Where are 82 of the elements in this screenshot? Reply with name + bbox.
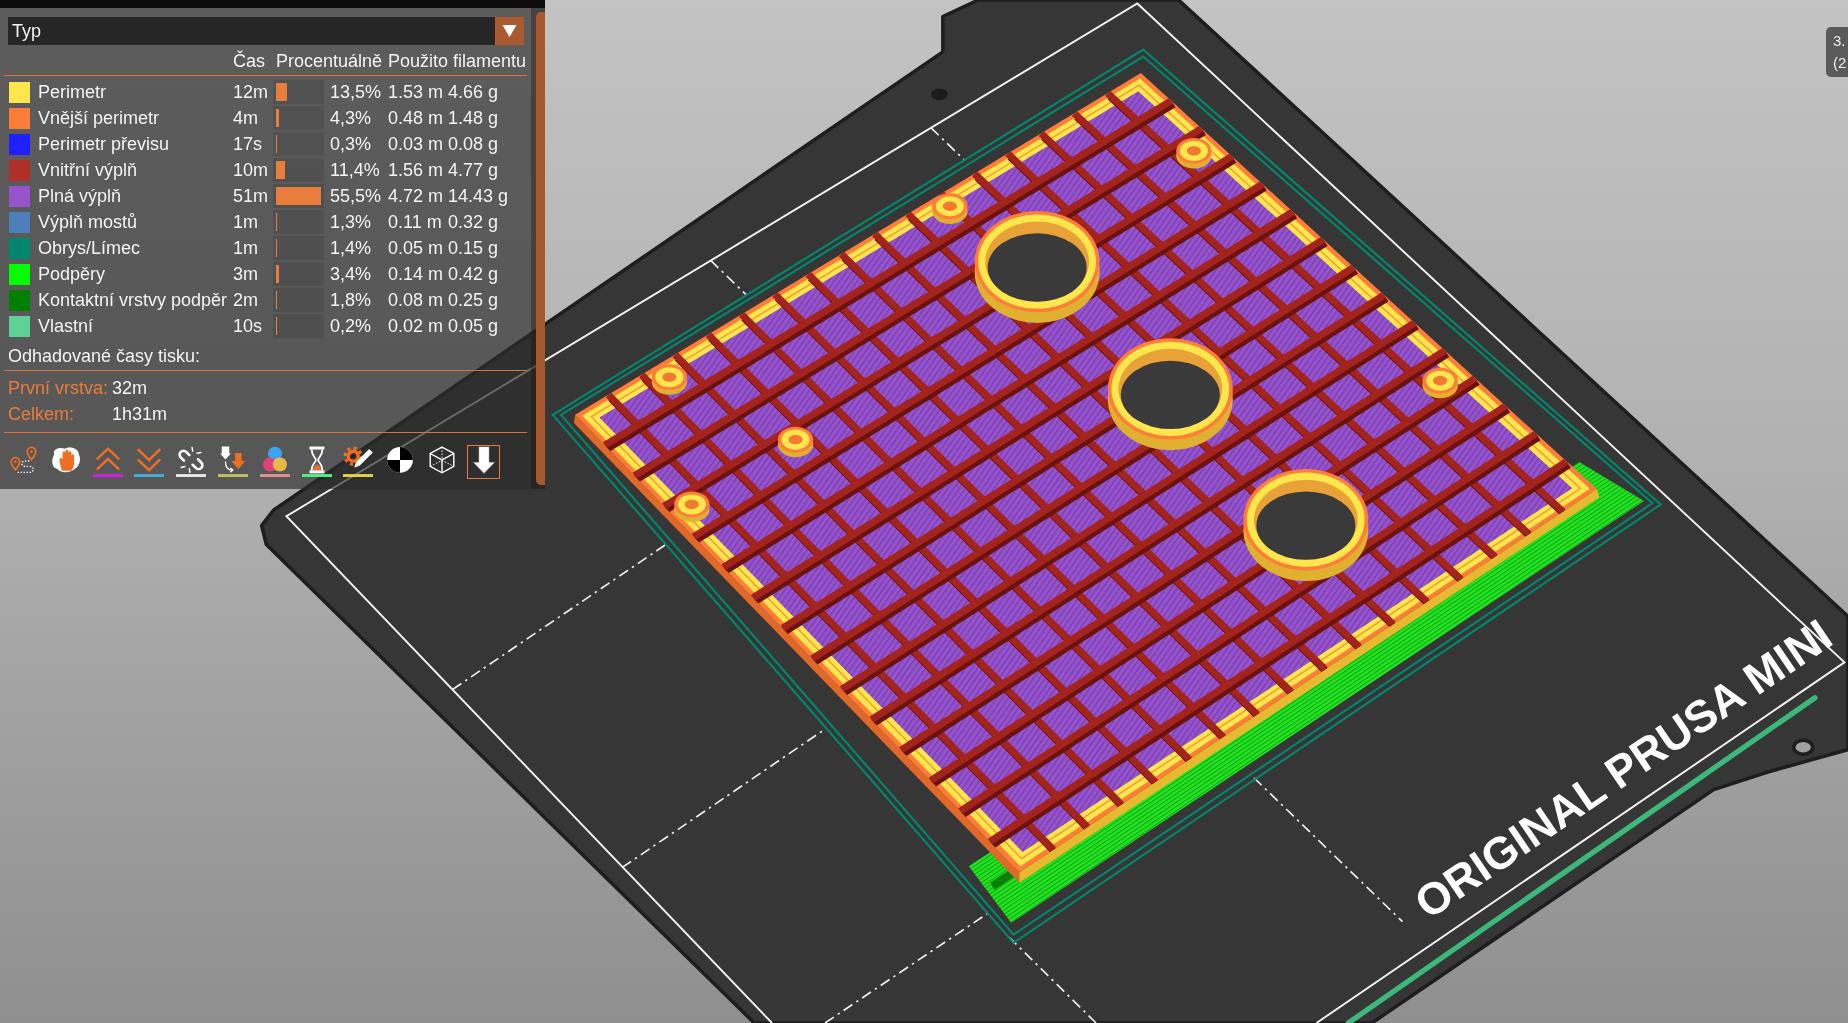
chevrons-up-icon <box>92 446 123 478</box>
feature-name: Podpěry <box>38 263 106 285</box>
percent-value: 4,3% <box>330 107 372 129</box>
grid-line <box>709 259 747 296</box>
feature-name: Kontaktní vrstvy podpěr <box>38 289 228 311</box>
toggle-button[interactable] <box>467 445 501 479</box>
time-value: 2m <box>233 289 258 311</box>
length-value: 0.03 m <box>388 133 444 155</box>
column-header: Použito filamentu <box>388 51 527 72</box>
percent-value: 55,5% <box>330 185 382 207</box>
column-header: Procentuálně <box>276 51 383 72</box>
hourglass-icon <box>301 446 332 478</box>
scrollbar-thumb[interactable] <box>536 12 545 485</box>
percent-value: 1,4% <box>330 237 372 259</box>
time-value: 4m <box>233 107 258 129</box>
toggle-button[interactable] <box>174 445 208 479</box>
length-value: 0.48 m <box>388 107 444 129</box>
arrows-icon <box>218 446 248 478</box>
weight-value: 0.15 g <box>448 237 499 259</box>
toggle-button[interactable] <box>216 445 250 479</box>
length-value: 0.05 m <box>388 237 444 259</box>
percent-value: 11,4% <box>330 159 380 181</box>
weight-value: 14.43 g <box>448 185 509 207</box>
feature-name: Vlastní <box>38 315 94 337</box>
length-value: 0.08 m <box>388 289 444 311</box>
percent-value: 0,2% <box>330 315 372 337</box>
weight-value: 4.66 g <box>448 81 499 103</box>
feature-name: Výplň mostů <box>38 211 138 233</box>
feature-name: Vnitřní výplň <box>38 159 138 181</box>
percent-value: 1,3% <box>330 211 372 233</box>
weight-value: 4.77 g <box>448 159 499 181</box>
time-value: 12m <box>233 81 268 103</box>
time-value: 1h31m <box>112 403 168 425</box>
time-value: 1m <box>233 237 258 259</box>
time-value: 32m <box>112 377 147 399</box>
length-value: 0.11 m <box>388 211 442 233</box>
broken-link-icon <box>176 446 207 478</box>
toggle-button[interactable] <box>132 445 166 479</box>
tooltip-text: (2 <box>1833 53 1847 73</box>
gear-pencil-icon <box>343 446 374 478</box>
length-value: 0.14 m <box>388 263 444 285</box>
percent-value: 13,5% <box>330 81 382 103</box>
time-value: 51m <box>233 185 268 207</box>
weight-value: 0.08 g <box>448 133 499 155</box>
weight-value: 0.32 g <box>448 211 499 233</box>
time-value: 1m <box>233 211 258 233</box>
feature-name: Perimetr <box>38 81 106 103</box>
percent-value: 3,4% <box>330 263 372 285</box>
length-value: 1.53 m <box>388 81 444 103</box>
column-header: Čas <box>233 51 265 72</box>
time-value: 3m <box>233 263 258 285</box>
toggle-button[interactable] <box>258 445 292 479</box>
percent-value: 0,3% <box>330 133 372 155</box>
length-value: 1.56 m <box>388 159 444 181</box>
feature-name: Plná výplň <box>38 185 122 207</box>
route-icon <box>9 446 39 474</box>
tooltip-text: 3. <box>1833 31 1846 51</box>
weight-value: 0.42 g <box>448 263 499 285</box>
percent-value: 1,8% <box>330 289 372 311</box>
time-value: 17s <box>233 133 263 155</box>
length-value: 4.72 m <box>388 185 444 207</box>
time-value: 10s <box>233 315 263 337</box>
weight-value: 0.05 g <box>448 315 499 337</box>
quartered-circle-icon <box>385 446 416 474</box>
weight-value: 0.25 g <box>448 289 499 311</box>
toggle-button[interactable] <box>300 445 334 479</box>
time-label: První vrstva: <box>8 377 109 399</box>
weight-value: 1.48 g <box>448 107 499 129</box>
peg-icon <box>931 88 948 101</box>
time-label: Celkem: <box>8 403 74 425</box>
chevrons-down-icon <box>134 446 165 478</box>
hand-icon <box>50 446 81 474</box>
time-value: 10m <box>233 159 268 181</box>
length-value: 0.02 m <box>388 315 444 337</box>
feature-name: Vnější perimetr <box>38 107 160 129</box>
feature-name: Perimetr převisu <box>38 133 170 155</box>
toggle-button[interactable] <box>91 445 125 479</box>
section-title: Odhadované časy tisku: <box>8 345 201 367</box>
toggle-button[interactable] <box>341 445 375 479</box>
color-circles-icon <box>259 446 290 478</box>
feature-name: Obrys/Límec <box>38 237 141 259</box>
view-type-dropdown[interactable]: Typ <box>8 17 524 45</box>
